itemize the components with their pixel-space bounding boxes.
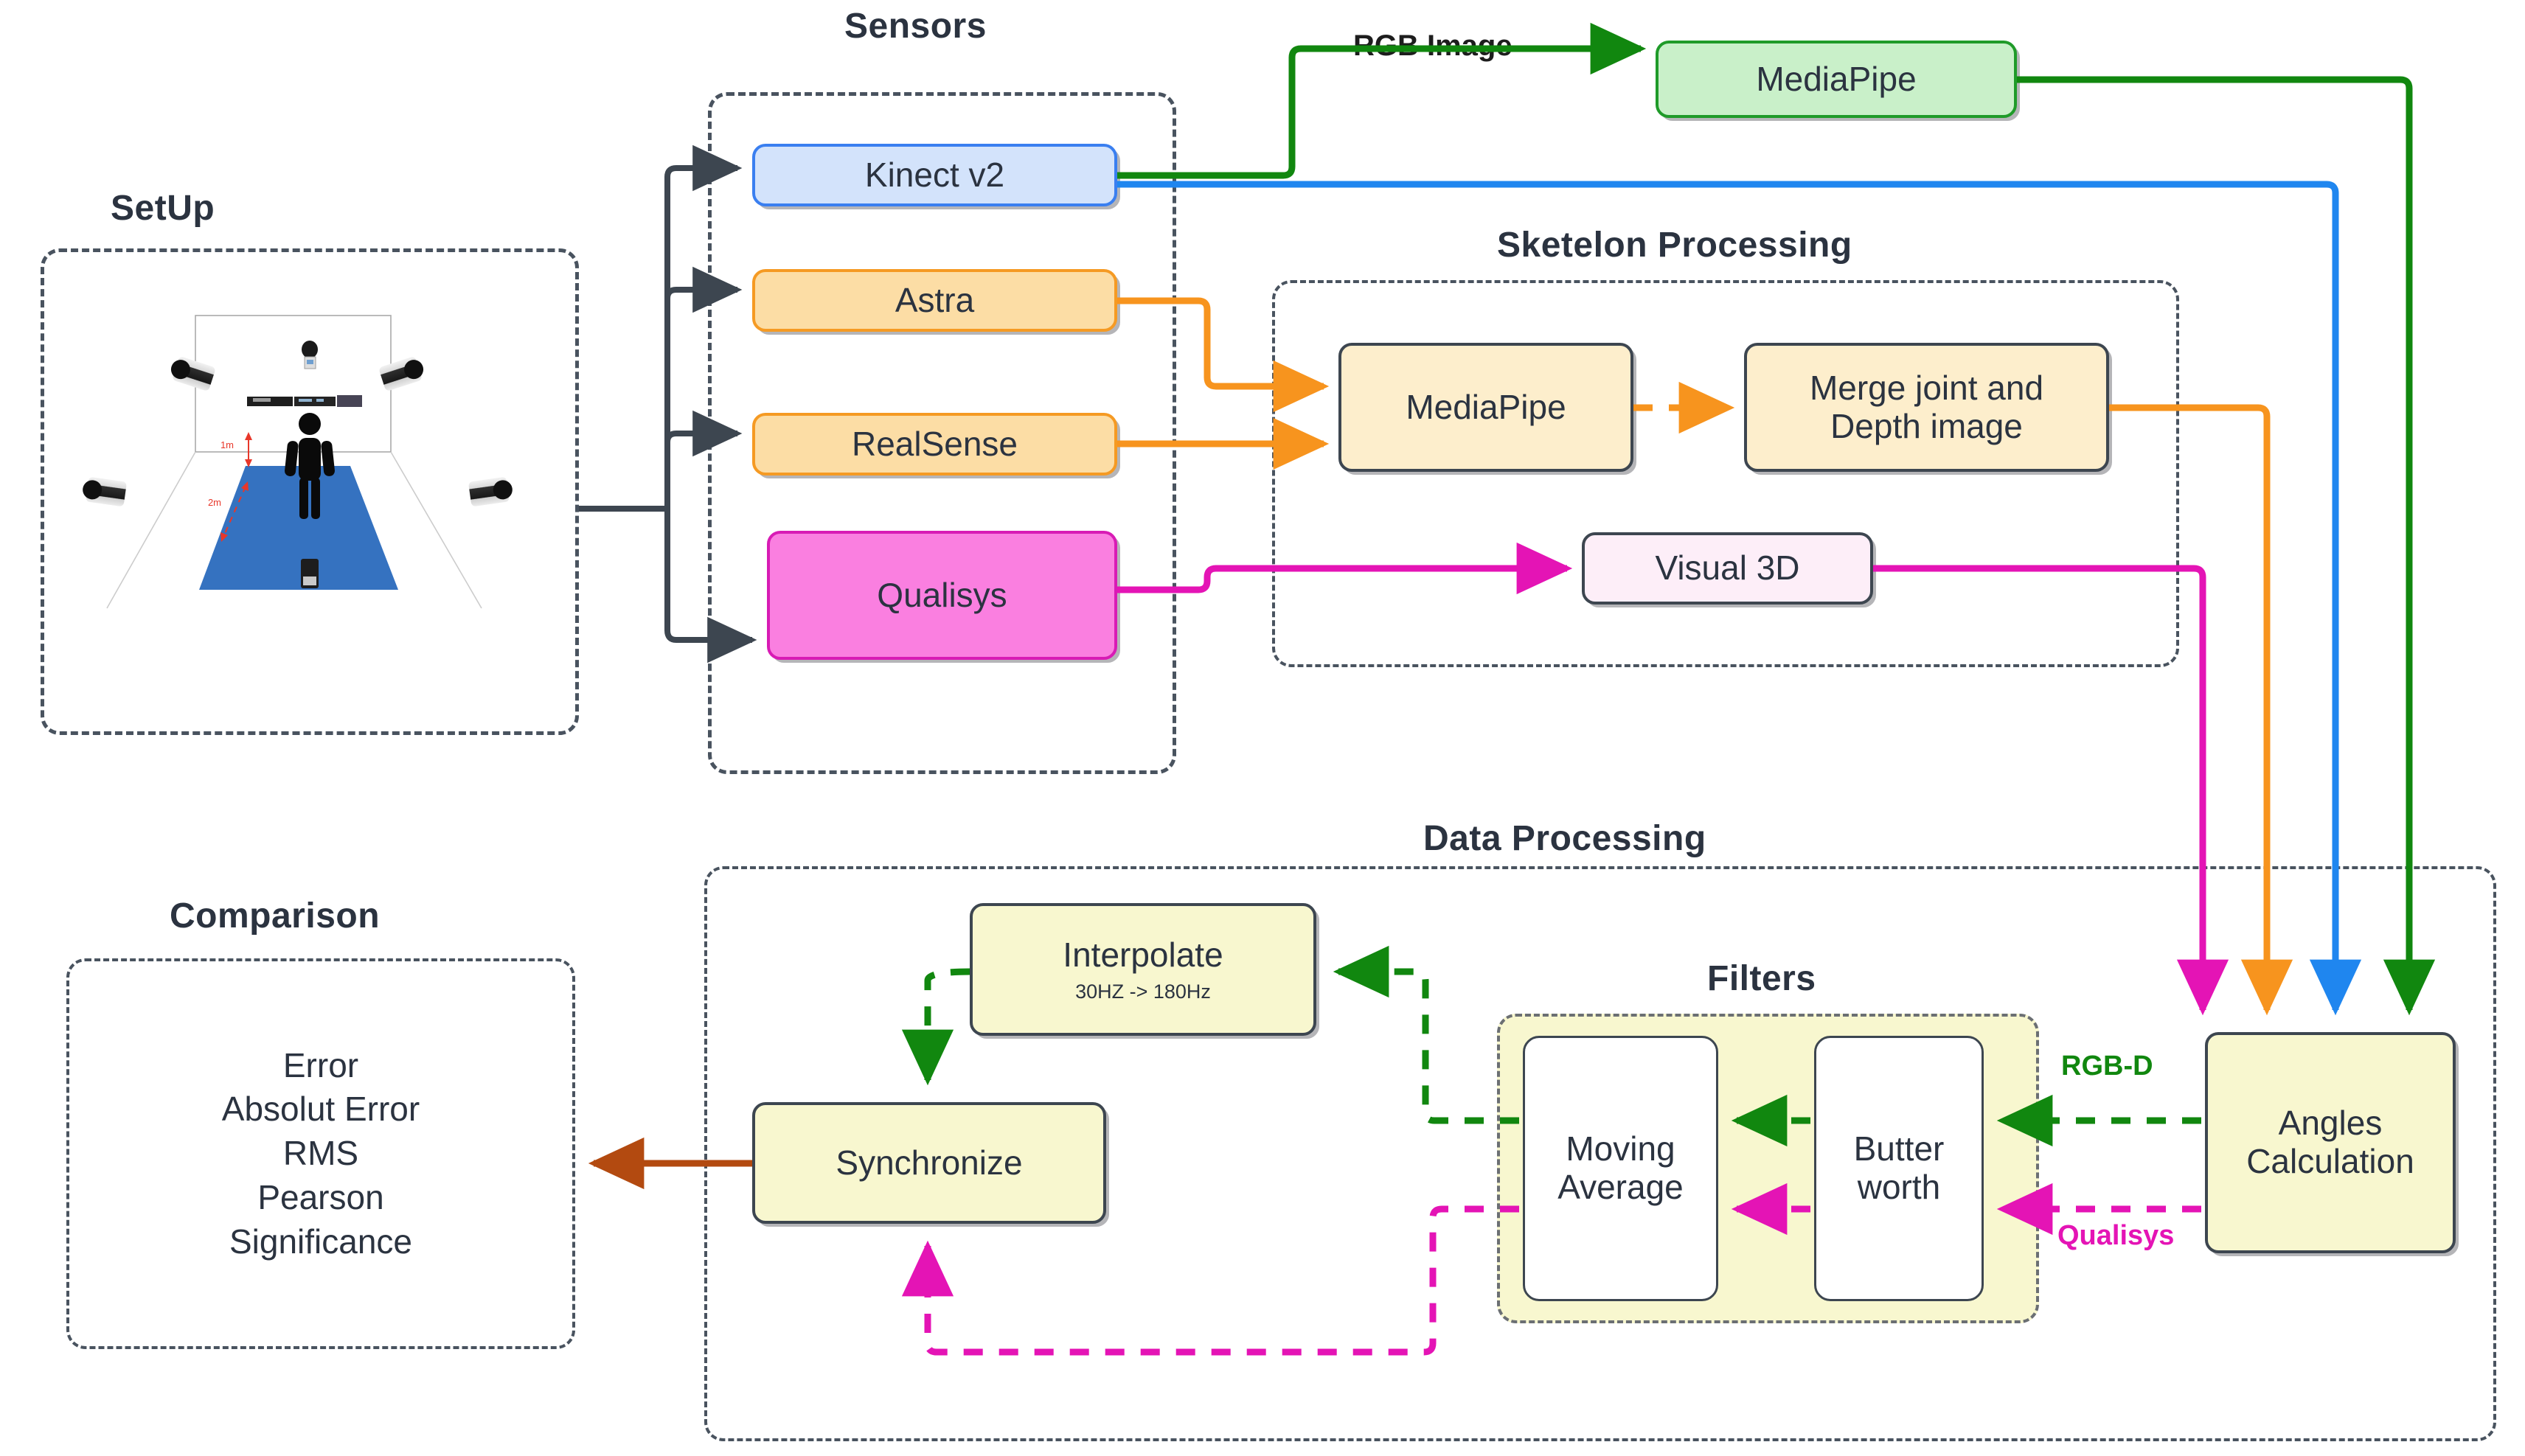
svg-text:2m: 2m	[208, 497, 221, 508]
node-realsense[interactable]: RealSense	[752, 413, 1117, 476]
setup-illustration: 1m 2m	[63, 273, 557, 715]
node-angles-line2: Calculation	[2246, 1142, 2414, 1180]
diagram-canvas: SetUp 1m 2m Sensors Kinect v2 Astra Real…	[0, 0, 2525, 1456]
comparison-metric-2: RMS	[282, 1134, 359, 1173]
node-mediapipe-rgb-label: MediaPipe	[1756, 59, 1917, 98]
node-mediapipe-rgb[interactable]: MediaPipe	[1656, 41, 2017, 118]
group-title-skeleton: Sketelon Processing	[1497, 226, 1852, 265]
node-synchronize-label: Synchronize	[836, 1143, 1023, 1182]
node-astra-label: Astra	[895, 280, 975, 319]
node-astra[interactable]: Astra	[752, 269, 1117, 332]
edge-label-qualisys: Qualisys	[2057, 1220, 2175, 1251]
node-skeleton-mediapipe[interactable]: MediaPipe	[1338, 343, 1633, 472]
group-title-setup: SetUp	[111, 189, 215, 228]
group-title-data-processing: Data Processing	[1423, 819, 1706, 858]
node-visual-3d-label: Visual 3D	[1655, 548, 1800, 588]
camera-icon-bottom-right	[468, 476, 510, 507]
comparison-metric-3: Pearson	[257, 1177, 384, 1216]
group-title-comparison: Comparison	[170, 896, 381, 936]
node-qualisys[interactable]: Qualisys	[767, 531, 1117, 660]
node-angles-line1: Angles	[2278, 1104, 2383, 1143]
node-interpolate[interactable]: Interpolate 30HZ -> 180Hz	[970, 903, 1316, 1036]
comparison-metrics-list: Error Absolut Error RMS Pearson Signific…	[66, 958, 575, 1349]
group-title-sensors: Sensors	[844, 7, 987, 46]
node-interpolate-subtitle: 30HZ -> 180Hz	[1075, 980, 1211, 1003]
node-visual-3d[interactable]: Visual 3D	[1582, 532, 1873, 605]
comparison-metric-1: Absolut Error	[221, 1090, 420, 1129]
node-synchronize[interactable]: Synchronize	[752, 1102, 1106, 1224]
skeleton-group-box	[1272, 280, 2179, 667]
node-moving-average-line2: Average	[1557, 1168, 1684, 1206]
node-merge-line2: Depth image	[1830, 406, 2023, 445]
edge-label-rgb-image: RGB Image	[1353, 29, 1512, 62]
node-realsense-label: RealSense	[851, 424, 1018, 463]
node-butterworth-line1: Butter	[1853, 1129, 1945, 1168]
node-butterworth[interactable]: Butter worth	[1814, 1036, 1984, 1301]
group-title-filters: Filters	[1707, 959, 1816, 998]
node-skeleton-mediapipe-label: MediaPipe	[1406, 387, 1566, 426]
node-qualisys-label: Qualisys	[877, 575, 1007, 614]
node-merge-line1: Merge joint and	[1809, 368, 2044, 407]
node-angles-calculation[interactable]: Angles Calculation	[2205, 1032, 2456, 1253]
node-moving-average[interactable]: Moving Average	[1523, 1036, 1718, 1301]
node-kinect-v2[interactable]: Kinect v2	[752, 144, 1117, 206]
comparison-metric-4: Significance	[229, 1222, 413, 1261]
comparison-metric-0: Error	[282, 1045, 359, 1084]
camera-icon-bottom-left	[85, 476, 128, 507]
node-moving-average-line1: Moving	[1566, 1129, 1675, 1168]
svg-text:1m: 1m	[220, 439, 234, 450]
node-interpolate-title: Interpolate	[1063, 936, 1223, 975]
edge-label-rgb-d: RGB-D	[2061, 1051, 2153, 1081]
node-kinect-v2-label: Kinect v2	[864, 155, 1005, 194]
node-butterworth-line2: worth	[1857, 1168, 1941, 1206]
node-merge-joint-depth[interactable]: Merge joint and Depth image	[1744, 343, 2109, 472]
